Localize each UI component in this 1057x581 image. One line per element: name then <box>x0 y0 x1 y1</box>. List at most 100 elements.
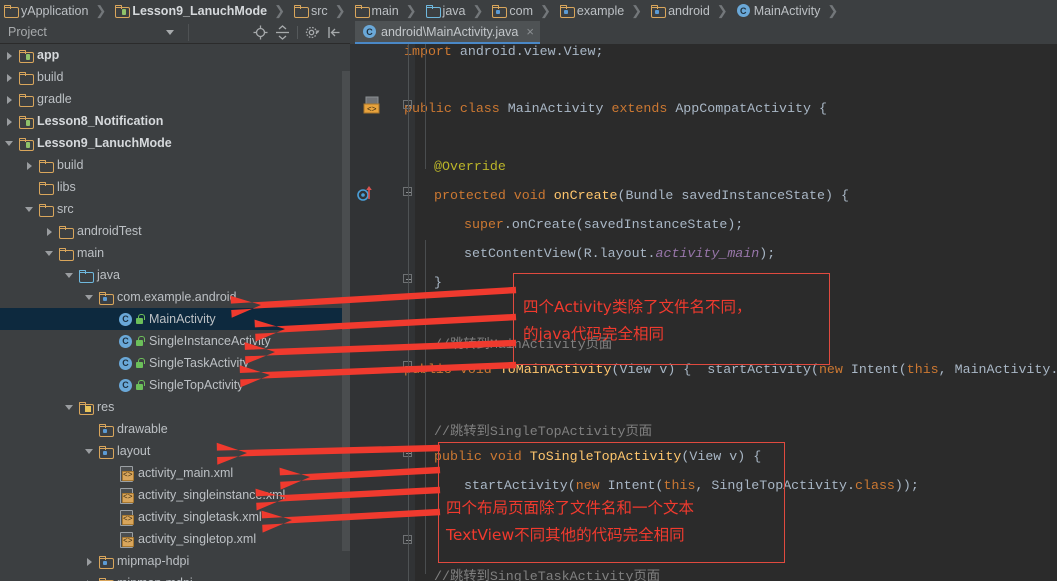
project-tree[interactable]: appbuildgradleLesson8_NotificationLesson… <box>0 44 350 581</box>
breadcrumb-item-example[interactable]: example❯ <box>556 0 647 21</box>
chevron-right-icon[interactable] <box>4 72 15 83</box>
hide-panel-icon[interactable] <box>327 25 342 40</box>
package-icon <box>99 578 112 581</box>
tree-node-label: build <box>57 158 83 172</box>
tree-node-java[interactable]: java <box>0 264 350 286</box>
breadcrumb-separator: ❯ <box>335 3 346 19</box>
tree-node-activity-singletop-xml[interactable]: <>activity_singletop.xml <box>0 528 350 550</box>
tree-spacer <box>104 380 115 391</box>
code-token: .onCreate(savedInstanceState); <box>504 217 743 232</box>
code-line: super.onCreate(savedInstanceState); <box>464 217 743 232</box>
java-class-icon: C <box>119 312 133 326</box>
tree-node-mipmap-hdpi[interactable]: mipmap-hdpi <box>0 550 350 572</box>
tree-node-src[interactable]: src <box>0 198 350 220</box>
tree-node-label: Lesson8_Notification <box>37 114 163 128</box>
tree-node-mainactivity[interactable]: C MainActivity <box>0 308 350 330</box>
tree-node-build[interactable]: build <box>0 66 350 88</box>
chevron-right-icon[interactable] <box>4 50 15 61</box>
tree-node-drawable[interactable]: drawable <box>0 418 350 440</box>
tree-node-gradle[interactable]: gradle <box>0 88 350 110</box>
folder-icon <box>39 204 52 215</box>
tree-spacer <box>104 490 115 501</box>
java-class-icon: C <box>119 356 133 370</box>
editor-tab-mainactivity[interactable]: C android\MainActivity.java × <box>355 21 540 44</box>
tree-node-activity-main-xml[interactable]: <>activity_main.xml <box>0 462 350 484</box>
breadcrumb-item-mainactivity[interactable]: CMainActivity❯ <box>733 0 844 21</box>
res-folder-icon <box>79 402 92 413</box>
chevron-right-icon[interactable] <box>24 160 35 171</box>
chevron-right-icon[interactable] <box>4 94 15 105</box>
code-line: import android.view.View; <box>404 44 604 59</box>
chevron-down-icon[interactable] <box>44 248 55 259</box>
tree-node-activity-singletask-xml[interactable]: <>activity_singletask.xml <box>0 506 350 528</box>
chevron-down-icon[interactable] <box>84 446 95 457</box>
package-icon <box>99 556 112 567</box>
tree-node-mipmap-mdpi[interactable]: mipmap-mdpi <box>0 572 350 581</box>
code-token: setContentView(R.layout. <box>464 246 656 261</box>
breadcrumb-item-label: android <box>668 4 710 18</box>
package-icon <box>492 5 505 16</box>
chevron-right-icon[interactable] <box>4 116 15 127</box>
tree-node-label: activity_singleinstance.xml <box>138 488 285 502</box>
breadcrumb-item-label: src <box>311 4 328 18</box>
chevron-right-icon[interactable] <box>44 226 55 237</box>
tree-node-lesson8-notification[interactable]: Lesson8_Notification <box>0 110 350 132</box>
settings-gear-icon[interactable] <box>305 25 320 40</box>
code-token: import <box>404 44 452 59</box>
tree-node-libs[interactable]: libs <box>0 176 350 198</box>
chevron-down-icon[interactable] <box>4 138 15 149</box>
close-icon[interactable]: × <box>526 24 534 39</box>
chevron-down-icon[interactable] <box>84 292 95 303</box>
tree-node-build[interactable]: build <box>0 154 350 176</box>
code-token: //跳转到SingleTopActivity页面 <box>434 424 652 439</box>
collapse-all-icon[interactable] <box>275 25 290 40</box>
breadcrumb-item-lesson9-lanuchmode[interactable]: Lesson9_LanuchMode❯ <box>111 0 290 21</box>
breadcrumb-item-yapplication[interactable]: yApplication❯ <box>0 0 111 21</box>
tree-node-lesson9-lanuchmode[interactable]: Lesson9_LanuchMode <box>0 132 350 154</box>
locate-in-tree-icon[interactable] <box>253 25 268 40</box>
breadcrumb-item-android[interactable]: android❯ <box>647 0 733 21</box>
tree-node-main[interactable]: main <box>0 242 350 264</box>
tree-node-singletopactivity[interactable]: CSingleTopActivity <box>0 374 350 396</box>
override-method-gutter-icon[interactable] <box>357 185 377 203</box>
chevron-down-icon[interactable] <box>64 270 75 281</box>
tree-node-app[interactable]: app <box>0 44 350 66</box>
tree-node-androidtest[interactable]: androidTest <box>0 220 350 242</box>
breadcrumb-item-com[interactable]: com❯ <box>488 0 556 21</box>
tree-spacer <box>24 182 35 193</box>
chevron-down-icon[interactable] <box>64 402 75 413</box>
tree-node-layout[interactable]: layout <box>0 440 350 462</box>
tree-node-singleinstanceactivity[interactable]: CSingleInstanceActivity <box>0 330 350 352</box>
tree-node-label: MainActivity <box>149 312 216 326</box>
tree-node-activity-singleinstance-xml[interactable]: <> activity_singleinstance.xml <box>0 484 350 506</box>
editor-tab-bar: C android\MainActivity.java × <box>350 21 1057 44</box>
indent-guide <box>425 273 426 379</box>
code-token: public class <box>404 101 508 116</box>
xml-file-icon: <> <box>119 488 133 503</box>
module-icon <box>19 50 32 61</box>
chevron-right-icon[interactable] <box>84 556 95 567</box>
source-folder-icon <box>79 270 92 281</box>
source-folder-icon <box>426 5 439 16</box>
editor-gutter[interactable] <box>350 44 402 581</box>
code-token: protected void <box>434 188 554 203</box>
tree-node-label: Lesson9_LanuchMode <box>37 136 172 150</box>
tree-node-res[interactable]: res <box>0 396 350 418</box>
chevron-right-icon[interactable] <box>84 578 95 581</box>
tree-node-label: SingleTaskActivity <box>149 356 249 370</box>
breadcrumb-item-java[interactable]: java❯ <box>422 0 489 21</box>
project-tree-scrollbar[interactable] <box>342 71 350 551</box>
tree-node-label: gradle <box>37 92 72 106</box>
chevron-down-icon[interactable] <box>24 204 35 215</box>
tree-spacer <box>104 534 115 545</box>
breadcrumb-item-main[interactable]: main❯ <box>351 0 422 21</box>
chevron-down-icon[interactable] <box>166 30 174 35</box>
breadcrumb-item-src[interactable]: src ❯ <box>290 0 351 21</box>
tree-node-label: activity_singletop.xml <box>138 532 256 546</box>
tree-node-com-example-android[interactable]: com.example.android <box>0 286 350 308</box>
breadcrumb-item-label: java <box>443 4 466 18</box>
breadcrumb-separator: ❯ <box>631 3 642 19</box>
code-line: //跳转到SingleTopActivity页面 <box>434 420 652 439</box>
tree-node-singletaskactivity[interactable]: C SingleTaskActivity <box>0 352 350 374</box>
layout-file-gutter-icon[interactable]: <> <box>362 96 384 118</box>
